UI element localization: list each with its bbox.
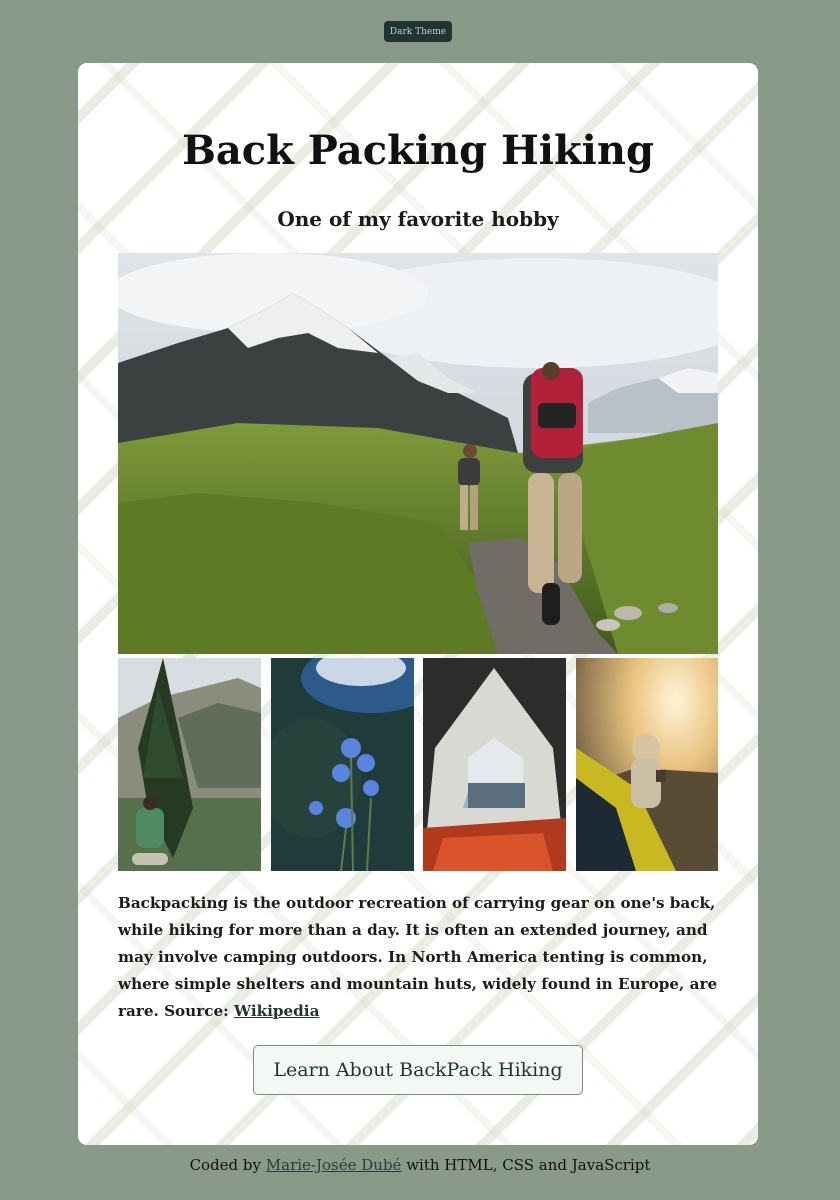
description-text: Backpacking is the outdoor recreation of… <box>118 894 718 1020</box>
thumbnail-sunset-camper <box>576 658 718 871</box>
footer: Coded by Marie-Josée Dubé with HTML, CSS… <box>0 1156 840 1174</box>
footer-suffix: with HTML, CSS and JavaScript <box>406 1156 651 1174</box>
content-card: Back Packing Hiking One of my favorite h… <box>78 63 758 1145</box>
thumbnail-tent-view <box>423 658 566 871</box>
thumbnail-pine-tree-hiker <box>118 658 261 871</box>
footer-prefix: Coded by <box>189 1156 261 1174</box>
dark-theme-button[interactable]: Dark Theme <box>384 21 452 42</box>
thumbnail-blue-flowers <box>271 658 414 871</box>
wikipedia-link[interactable]: Wikipedia <box>234 1002 319 1020</box>
description-paragraph: Backpacking is the outdoor recreation of… <box>118 890 718 1025</box>
page-title: Back Packing Hiking <box>182 127 654 174</box>
hero-hiking-image <box>118 253 718 654</box>
author-link[interactable]: Marie-Josée Dubé <box>266 1156 402 1174</box>
learn-about-button[interactable]: Learn About BackPack Hiking <box>253 1045 583 1095</box>
page-subtitle: One of my favorite hobby <box>277 207 559 231</box>
